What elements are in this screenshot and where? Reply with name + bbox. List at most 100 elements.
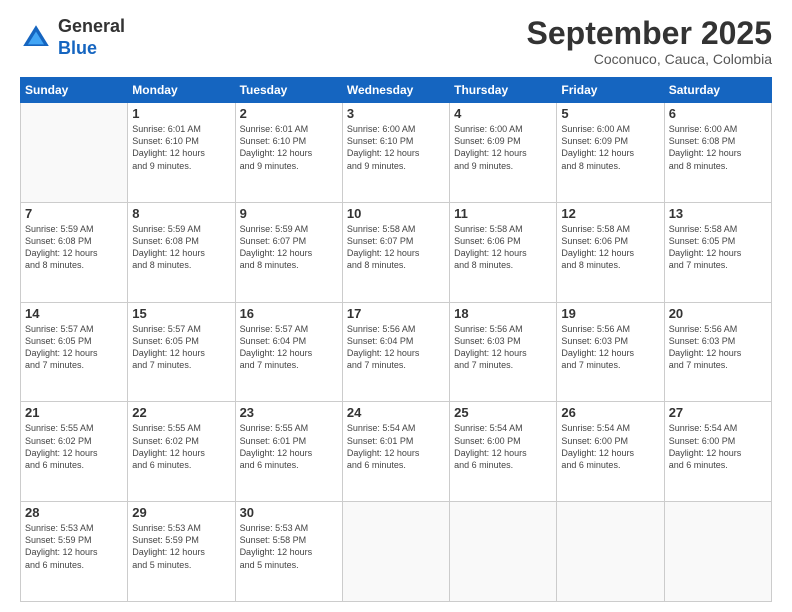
calendar-cell: 27 Sunrise: 5:54 AMSunset: 6:00 PMDayligh… xyxy=(664,402,771,502)
day-number: 17 xyxy=(347,306,445,321)
day-info: Sunrise: 5:54 AMSunset: 6:00 PMDaylight:… xyxy=(561,422,659,471)
calendar-week-1: 7 Sunrise: 5:59 AMSunset: 6:08 PMDaylight… xyxy=(21,202,772,302)
col-thursday: Thursday xyxy=(450,78,557,103)
col-monday: Monday xyxy=(128,78,235,103)
day-info: Sunrise: 5:56 AMSunset: 6:04 PMDaylight:… xyxy=(347,323,445,372)
calendar-cell: 29 Sunrise: 5:53 AMSunset: 5:59 PMDayligh… xyxy=(128,502,235,602)
day-info: Sunrise: 5:55 AMSunset: 6:02 PMDaylight:… xyxy=(132,422,230,471)
day-number: 28 xyxy=(25,505,123,520)
calendar-cell: 20 Sunrise: 5:56 AMSunset: 6:03 PMDayligh… xyxy=(664,302,771,402)
day-number: 12 xyxy=(561,206,659,221)
calendar-table: Sunday Monday Tuesday Wednesday Thursday… xyxy=(20,77,772,602)
calendar-week-3: 21 Sunrise: 5:55 AMSunset: 6:02 PMDayligh… xyxy=(21,402,772,502)
day-number: 14 xyxy=(25,306,123,321)
day-info: Sunrise: 5:56 AMSunset: 6:03 PMDaylight:… xyxy=(669,323,767,372)
logo-text: General Blue xyxy=(58,16,125,59)
calendar-cell: 22 Sunrise: 5:55 AMSunset: 6:02 PMDayligh… xyxy=(128,402,235,502)
calendar-cell: 5 Sunrise: 6:00 AMSunset: 6:09 PMDaylight… xyxy=(557,103,664,203)
day-info: Sunrise: 5:59 AMSunset: 6:07 PMDaylight:… xyxy=(240,223,338,272)
calendar-body: 1Sunrise: 6:01 AMSunset: 6:10 PMDaylight… xyxy=(21,103,772,602)
calendar-cell: 23 Sunrise: 5:55 AMSunset: 6:01 PMDayligh… xyxy=(235,402,342,502)
day-number: 10 xyxy=(347,206,445,221)
day-info: Sunrise: 5:54 AMSunset: 6:00 PMDaylight:… xyxy=(669,422,767,471)
calendar-cell: 15Sunrise: 5:57 AMSunset: 6:05 PMDayligh… xyxy=(128,302,235,402)
day-info: Sunrise: 6:00 AMSunset: 6:09 PMDaylight:… xyxy=(561,123,659,172)
day-number: 23 xyxy=(240,405,338,420)
calendar-week-4: 28 Sunrise: 5:53 AMSunset: 5:59 PMDayligh… xyxy=(21,502,772,602)
day-number: 24 xyxy=(347,405,445,420)
calendar-cell: 17 Sunrise: 5:56 AMSunset: 6:04 PMDayligh… xyxy=(342,302,449,402)
calendar-header: Sunday Monday Tuesday Wednesday Thursday… xyxy=(21,78,772,103)
calendar-cell xyxy=(450,502,557,602)
logo: General Blue xyxy=(20,16,125,59)
title-block: September 2025 Coconuco, Cauca, Colombia xyxy=(527,16,772,67)
day-info: Sunrise: 5:53 AMSunset: 5:59 PMDaylight:… xyxy=(25,522,123,571)
calendar-cell xyxy=(342,502,449,602)
day-number: 15 xyxy=(132,306,230,321)
col-sunday: Sunday xyxy=(21,78,128,103)
calendar-cell: 19Sunrise: 5:56 AMSunset: 6:03 PMDayligh… xyxy=(557,302,664,402)
location: Coconuco, Cauca, Colombia xyxy=(527,51,772,67)
day-number: 27 xyxy=(669,405,767,420)
month-title: September 2025 xyxy=(527,16,772,51)
day-info: Sunrise: 6:00 AMSunset: 6:09 PMDaylight:… xyxy=(454,123,552,172)
calendar-cell: 6Sunrise: 6:00 AMSunset: 6:08 PMDaylight… xyxy=(664,103,771,203)
day-number: 11 xyxy=(454,206,552,221)
day-number: 20 xyxy=(669,306,767,321)
day-info: Sunrise: 5:59 AMSunset: 6:08 PMDaylight:… xyxy=(25,223,123,272)
day-info: Sunrise: 5:58 AMSunset: 6:06 PMDaylight:… xyxy=(561,223,659,272)
day-number: 13 xyxy=(669,206,767,221)
day-number: 30 xyxy=(240,505,338,520)
calendar-cell: 13 Sunrise: 5:58 AMSunset: 6:05 PMDayligh… xyxy=(664,202,771,302)
logo-blue: Blue xyxy=(58,38,97,58)
day-number: 16 xyxy=(240,306,338,321)
calendar-cell: 9 Sunrise: 5:59 AMSunset: 6:07 PMDaylight… xyxy=(235,202,342,302)
col-friday: Friday xyxy=(557,78,664,103)
day-info: Sunrise: 5:55 AMSunset: 6:01 PMDaylight:… xyxy=(240,422,338,471)
calendar-cell: 14Sunrise: 5:57 AMSunset: 6:05 PMDayligh… xyxy=(21,302,128,402)
day-number: 21 xyxy=(25,405,123,420)
day-number: 29 xyxy=(132,505,230,520)
header: General Blue September 2025 Coconuco, Ca… xyxy=(20,16,772,67)
day-number: 2 xyxy=(240,106,338,121)
day-info: Sunrise: 5:53 AMSunset: 5:59 PMDaylight:… xyxy=(132,522,230,571)
calendar-cell: 1Sunrise: 6:01 AMSunset: 6:10 PMDaylight… xyxy=(128,103,235,203)
calendar-cell xyxy=(21,103,128,203)
day-number: 5 xyxy=(561,106,659,121)
page: General Blue September 2025 Coconuco, Ca… xyxy=(0,0,792,612)
day-info: Sunrise: 5:54 AMSunset: 6:01 PMDaylight:… xyxy=(347,422,445,471)
calendar-cell: 28 Sunrise: 5:53 AMSunset: 5:59 PMDayligh… xyxy=(21,502,128,602)
day-number: 8 xyxy=(132,206,230,221)
calendar-cell: 18Sunrise: 5:56 AMSunset: 6:03 PMDayligh… xyxy=(450,302,557,402)
calendar-cell: 7 Sunrise: 5:59 AMSunset: 6:08 PMDaylight… xyxy=(21,202,128,302)
day-info: Sunrise: 5:59 AMSunset: 6:08 PMDaylight:… xyxy=(132,223,230,272)
calendar-cell xyxy=(557,502,664,602)
calendar-cell: 3Sunrise: 6:00 AMSunset: 6:10 PMDaylight… xyxy=(342,103,449,203)
day-info: Sunrise: 5:53 AMSunset: 5:58 PMDaylight:… xyxy=(240,522,338,571)
day-number: 7 xyxy=(25,206,123,221)
calendar-cell: 2 Sunrise: 6:01 AMSunset: 6:10 PMDaylight… xyxy=(235,103,342,203)
day-number: 9 xyxy=(240,206,338,221)
calendar-cell: 4Sunrise: 6:00 AMSunset: 6:09 PMDaylight… xyxy=(450,103,557,203)
logo-general: General xyxy=(58,16,125,36)
calendar-cell: 16Sunrise: 5:57 AMSunset: 6:04 PMDayligh… xyxy=(235,302,342,402)
day-number: 25 xyxy=(454,405,552,420)
day-info: Sunrise: 6:01 AMSunset: 6:10 PMDaylight:… xyxy=(240,123,338,172)
logo-icon xyxy=(20,22,52,54)
day-number: 22 xyxy=(132,405,230,420)
col-tuesday: Tuesday xyxy=(235,78,342,103)
header-row: Sunday Monday Tuesday Wednesday Thursday… xyxy=(21,78,772,103)
calendar-week-0: 1Sunrise: 6:01 AMSunset: 6:10 PMDaylight… xyxy=(21,103,772,203)
day-info: Sunrise: 5:55 AMSunset: 6:02 PMDaylight:… xyxy=(25,422,123,471)
day-number: 19 xyxy=(561,306,659,321)
calendar-cell: 24 Sunrise: 5:54 AMSunset: 6:01 PMDayligh… xyxy=(342,402,449,502)
calendar-cell: 26 Sunrise: 5:54 AMSunset: 6:00 PMDayligh… xyxy=(557,402,664,502)
calendar-cell: 12 Sunrise: 5:58 AMSunset: 6:06 PMDayligh… xyxy=(557,202,664,302)
day-info: Sunrise: 6:00 AMSunset: 6:10 PMDaylight:… xyxy=(347,123,445,172)
day-info: Sunrise: 6:00 AMSunset: 6:08 PMDaylight:… xyxy=(669,123,767,172)
calendar-cell: 11Sunrise: 5:58 AMSunset: 6:06 PMDayligh… xyxy=(450,202,557,302)
calendar-cell: 10Sunrise: 5:58 AMSunset: 6:07 PMDayligh… xyxy=(342,202,449,302)
day-info: Sunrise: 5:58 AMSunset: 6:05 PMDaylight:… xyxy=(669,223,767,272)
calendar-cell: 8 Sunrise: 5:59 AMSunset: 6:08 PMDaylight… xyxy=(128,202,235,302)
day-number: 26 xyxy=(561,405,659,420)
